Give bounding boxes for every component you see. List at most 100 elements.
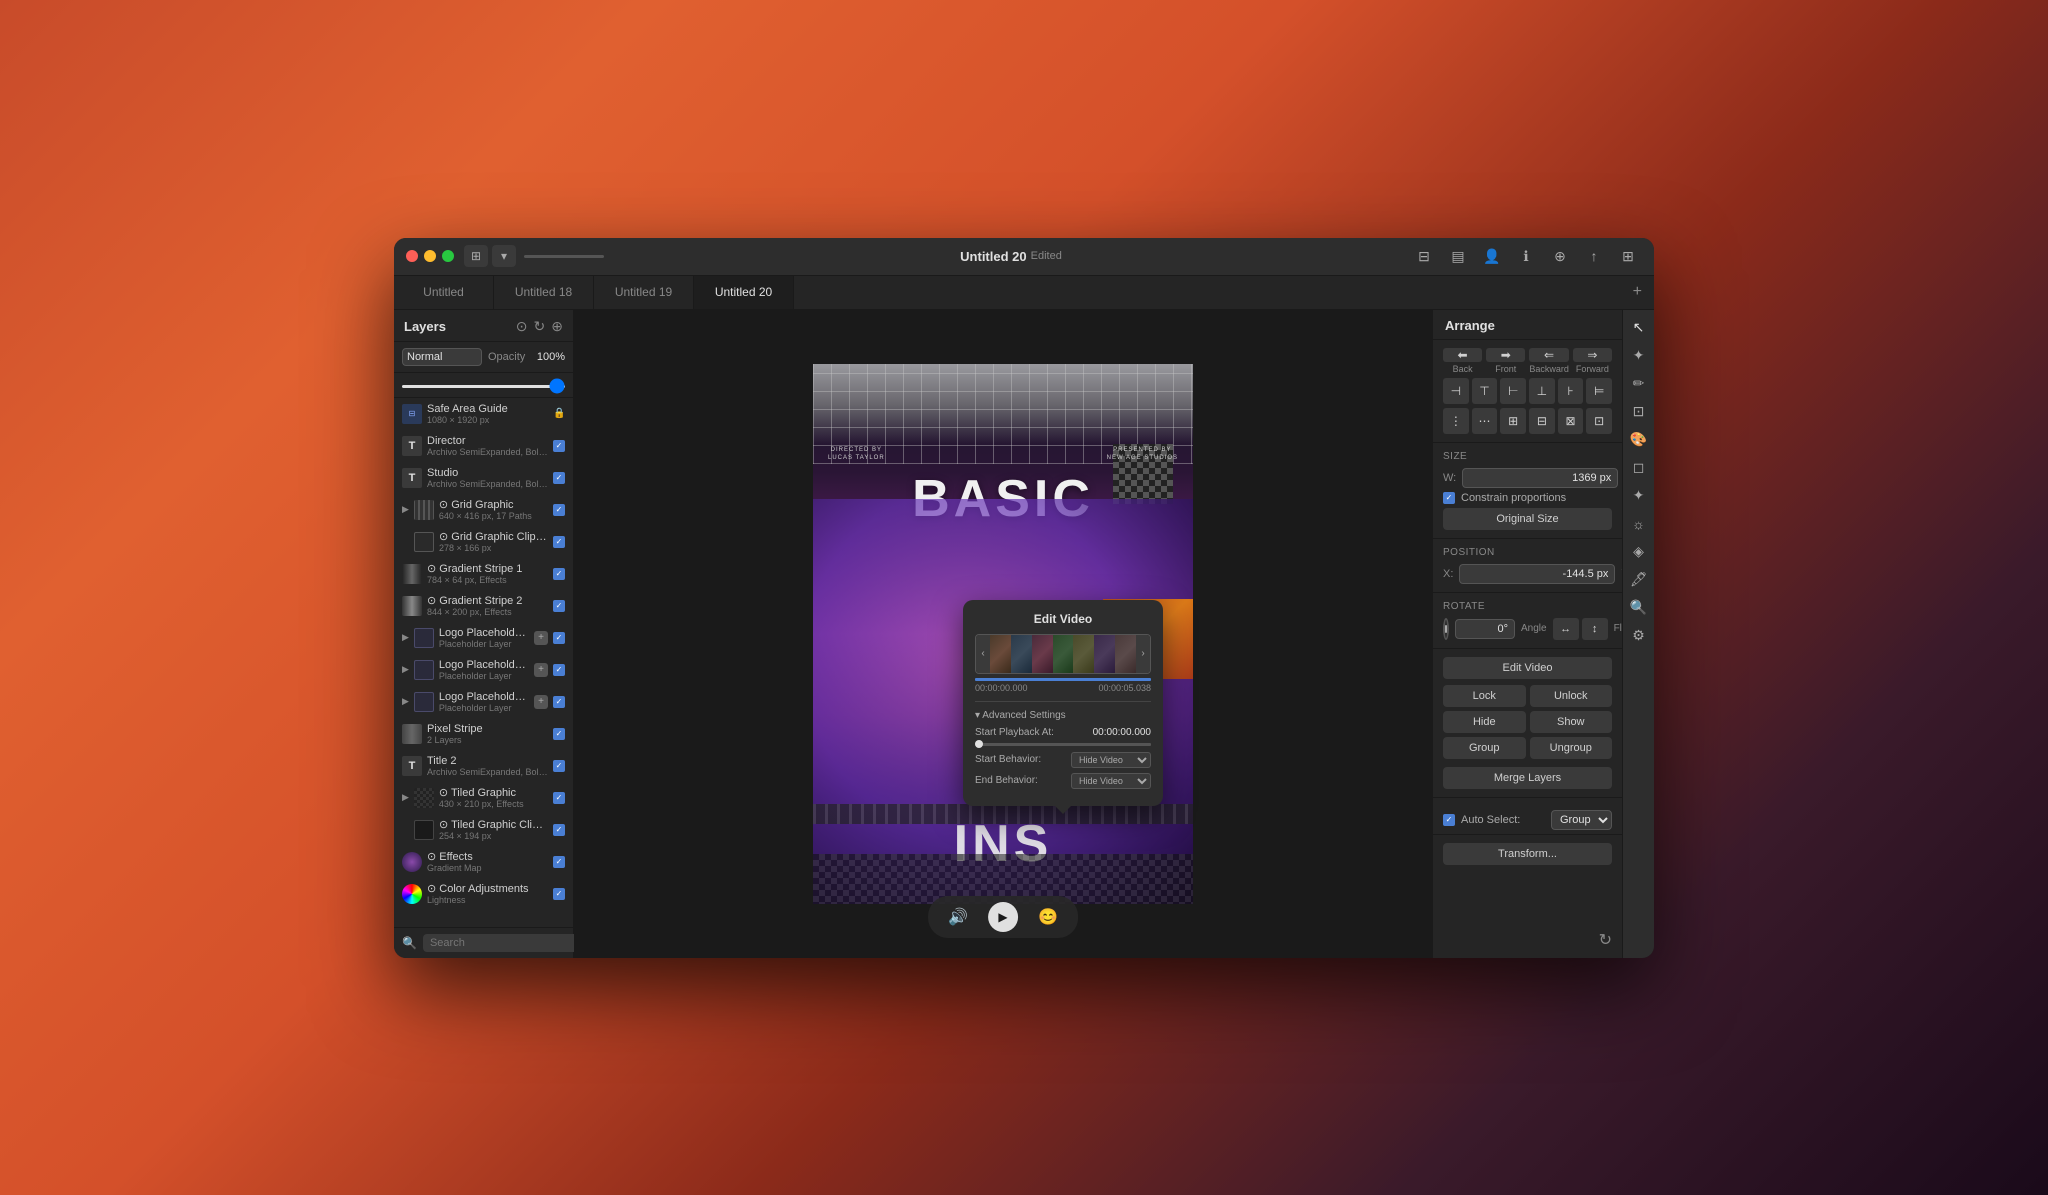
emoji-button[interactable]: 😊 [1038,907,1058,927]
layer-item-color-adjustments[interactable]: ⊙ Color Adjustments Lightness ✓ [394,878,573,910]
layer-add-icon[interactable]: + [534,695,548,709]
flip-horizontal-button[interactable]: ↔ [1553,618,1579,640]
angle-input[interactable] [1455,619,1515,639]
group-button[interactable]: Group [1443,737,1526,759]
canvas-align-button[interactable]: ⊠ [1558,408,1584,434]
tab-untitled-20[interactable]: Untitled 20 [694,276,794,309]
show-button[interactable]: Show [1530,711,1613,733]
opacity-slider[interactable] [402,385,565,388]
effects-tool-button[interactable]: ✦ [1627,484,1651,508]
view-options-button[interactable]: ▾ [492,245,516,267]
back-button[interactable]: ⬅ [1443,348,1482,362]
settings-tool-button[interactable]: ⚙ [1627,624,1651,648]
tab-add-button[interactable]: + [1621,276,1654,309]
flip-vertical-button[interactable]: ↕ [1582,618,1608,640]
layer-add-icon[interactable]: + [534,631,548,645]
zoom-slider[interactable] [524,255,604,258]
film-next-button[interactable]: › [1136,635,1150,673]
layers-add-icon[interactable]: ⊕ [551,318,563,335]
minimize-button[interactable] [424,250,436,262]
align-left-button[interactable]: ⊣ [1443,378,1469,404]
merge-layers-button[interactable]: Merge Layers [1443,767,1612,789]
brightness-tool-button[interactable]: ☼ [1627,512,1651,536]
expand-icon[interactable]: ▶ [402,632,409,643]
maximize-button[interactable] [442,250,454,262]
export-icon-button[interactable]: ↑ [1580,245,1608,267]
paint-tool-button[interactable]: 🎨 [1627,428,1651,452]
layer-item-logo-1[interactable]: ▶ Logo Placeholder 1... Placeholder Laye… [394,622,573,654]
layers-filter-icon[interactable]: ⊙ [516,318,528,335]
layer-item-studio[interactable]: T Studio Archivo SemiExpanded, Bold... ✓ [394,462,573,494]
crop-tool-button[interactable]: ⊡ [1627,400,1651,424]
align-center-h-button[interactable]: ⊤ [1472,378,1498,404]
layer-item-logo-3[interactable]: ▶ Logo Placeholder 3... Placeholder Laye… [394,686,573,718]
info-icon-button[interactable]: ℹ [1512,245,1540,267]
forward-button[interactable]: ⇒ [1573,348,1612,362]
volume-button[interactable]: 🔊 [948,907,968,927]
angle-dial[interactable] [1443,618,1449,640]
auto-select-dropdown[interactable]: Group [1551,810,1612,830]
backward-button[interactable]: ⇐ [1529,348,1569,362]
filter-tool-button[interactable]: ◈ [1627,540,1651,564]
width-input[interactable] [1462,468,1618,488]
expand-icon[interactable]: ▶ [402,664,409,675]
align-top-button[interactable]: ⊥ [1529,378,1555,404]
align-right-button[interactable]: ⊢ [1500,378,1526,404]
sidebar-toggle-button[interactable]: ⊞ [464,245,488,267]
zoom-tool-button[interactable]: 🔍 [1627,596,1651,620]
pixel-align-button[interactable]: ⊡ [1586,408,1612,434]
color-tool-button[interactable]: 🖋 [1627,568,1651,592]
transform-button[interactable]: Transform... [1443,843,1612,865]
draw-tool-button[interactable]: ✏ [1627,372,1651,396]
dist-h-button[interactable]: ⋮ [1443,408,1469,434]
layer-item-pixel-stripe[interactable]: Pixel Stripe 2 Layers ✓ [394,718,573,750]
play-button[interactable]: ▶ [988,902,1018,932]
tab-untitled-19[interactable]: Untitled 19 [594,276,694,309]
x-input[interactable] [1459,564,1615,584]
layer-item-title2[interactable]: T Title 2 Archivo SemiExpanded, Bold... … [394,750,573,782]
dist-v-button[interactable]: ⋯ [1472,408,1498,434]
original-size-button[interactable]: Original Size [1443,508,1612,530]
layer-item-safe-area[interactable]: ⊟ Safe Area Guide 1080 × 1920 px 🔒 [394,398,573,430]
blend-mode-select[interactable]: Normal [402,348,482,366]
close-button[interactable] [406,250,418,262]
unlock-button[interactable]: Unlock [1530,685,1613,707]
layer-item-logo-2[interactable]: ▶ Logo Placeholder 2... Placeholder Laye… [394,654,573,686]
layer-item-gradient-stripe-2[interactable]: ⊙ Gradient Stripe 2 844 × 200 px, Effect… [394,590,573,622]
layer-item-tiled-graphic[interactable]: ▶ ⊙ Tiled Graphic 430 × 210 px, Effects … [394,782,573,814]
share-icon-button[interactable]: ⊕ [1546,245,1574,267]
film-progress-bar[interactable] [975,678,1151,681]
tab-untitled-18[interactable]: Untitled 18 [494,276,594,309]
ungroup-button[interactable]: Ungroup [1530,737,1613,759]
front-button[interactable]: ➡ [1486,348,1525,362]
advanced-settings-toggle[interactable]: ▾ Advanced Settings [975,710,1151,721]
canvas-area[interactable]: DIRECTED BYLUCAS TAYLOR PRESENTED BYNEW … [574,310,1432,958]
layer-item-effects[interactable]: ⊙ Effects Gradient Map ✓ [394,846,573,878]
layer-item-grid-graphic[interactable]: ▶ ⊙ Grid Graphic 640 × 416 px, 17 Paths … [394,494,573,526]
layer-add-icon[interactable]: + [534,663,548,677]
playhead-slider[interactable] [975,743,1151,746]
layers-refresh-icon[interactable]: ↻ [534,318,546,335]
inspect-icon-button[interactable]: ▤ [1444,245,1472,267]
fullscreen-icon-button[interactable]: ⊞ [1614,245,1642,267]
edit-video-button[interactable]: Edit Video [1443,657,1612,679]
add-media-button[interactable]: ✦ [1627,344,1651,368]
user-icon-button[interactable]: 👤 [1478,245,1506,267]
layers-search-input[interactable] [423,934,579,952]
erase-tool-button[interactable]: ◻ [1627,456,1651,480]
end-behavior-select[interactable]: Hide Video [1071,773,1151,789]
align-center-v-button[interactable]: ⊦ [1558,378,1584,404]
hide-button[interactable]: Hide [1443,711,1526,733]
align-bottom-button[interactable]: ⊨ [1586,378,1612,404]
layer-item-grid-clipping[interactable]: ⊙ Grid Graphic Clipping... 278 × 166 px … [394,526,573,558]
expand-icon[interactable]: ▶ [402,792,409,803]
film-prev-button[interactable]: ‹ [976,635,990,673]
arrow-tool-button[interactable]: ↖ [1627,316,1651,340]
start-behavior-select[interactable]: Hide Video [1071,752,1151,768]
layer-item-tiled-clipping[interactable]: ⊙ Tiled Graphic Clippi... 254 × 194 px ✓ [394,814,573,846]
refresh-icon-button[interactable]: ↻ [1589,922,1622,958]
lock-button[interactable]: Lock [1443,685,1526,707]
tab-untitled[interactable]: Untitled [394,276,494,309]
expand-icon[interactable]: ▶ [402,696,409,707]
layer-item-director[interactable]: T Director Archivo SemiExpanded, Bold...… [394,430,573,462]
